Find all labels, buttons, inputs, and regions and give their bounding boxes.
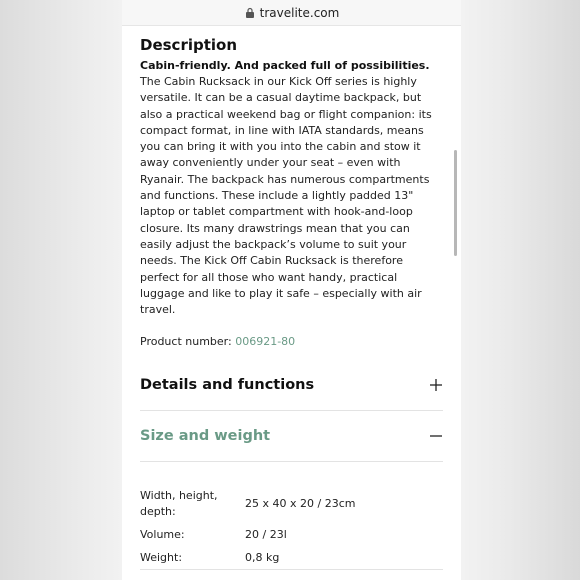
product-number-label: Product number:: [140, 335, 232, 349]
spec-label: Weight:: [140, 551, 183, 565]
spec-row-weight: Weight: 0,8 kg: [140, 550, 443, 566]
product-description-section: Description Cabin-friendly. And packed f…: [122, 26, 461, 566]
url-text: travelite.com: [259, 5, 340, 20]
background-right: [461, 0, 580, 580]
accordion-size-and-weight[interactable]: Size and weight: [140, 411, 443, 463]
size-weight-specs: Width, height, depth: 25 x 40 x 20 / 23c…: [140, 488, 443, 566]
spec-row-dimensions: Width, height, depth: 25 x 40 x 20 / 23c…: [140, 488, 443, 520]
accordion-details-and-functions[interactable]: Details and functions: [140, 360, 443, 412]
divider: [140, 569, 443, 570]
accordion-title-size: Size and weight: [140, 428, 271, 445]
product-number: Product number: 006921-80: [140, 335, 443, 348]
phone-screen: travelite.com Description Cabin-friendly…: [122, 0, 461, 580]
background-left: [0, 0, 122, 580]
spec-value: 25 x 40 x 20 / 23cm: [245, 497, 356, 511]
spec-value: 20 / 23l: [245, 528, 287, 542]
scrollbar[interactable]: [454, 150, 457, 256]
accordion-title-details: Details and functions: [140, 377, 315, 394]
spec-row-volume: Volume: 20 / 23l: [140, 527, 443, 543]
description-paragraph: The Cabin Rucksack in our Kick Off serie…: [140, 75, 432, 317]
plus-icon[interactable]: [429, 378, 443, 392]
lock-icon: [244, 7, 256, 19]
spec-label: Width, height, depth:: [140, 489, 218, 519]
minus-icon[interactable]: [429, 429, 443, 443]
description-heading: Description: [140, 36, 238, 54]
description-subtitle: Cabin-friendly. And packed full of possi…: [140, 59, 430, 72]
browser-url-bar[interactable]: travelite.com: [122, 0, 461, 26]
spec-label: Volume:: [140, 528, 185, 542]
product-number-value[interactable]: 006921-80: [235, 335, 295, 348]
spec-value: 0,8 kg: [245, 551, 280, 565]
